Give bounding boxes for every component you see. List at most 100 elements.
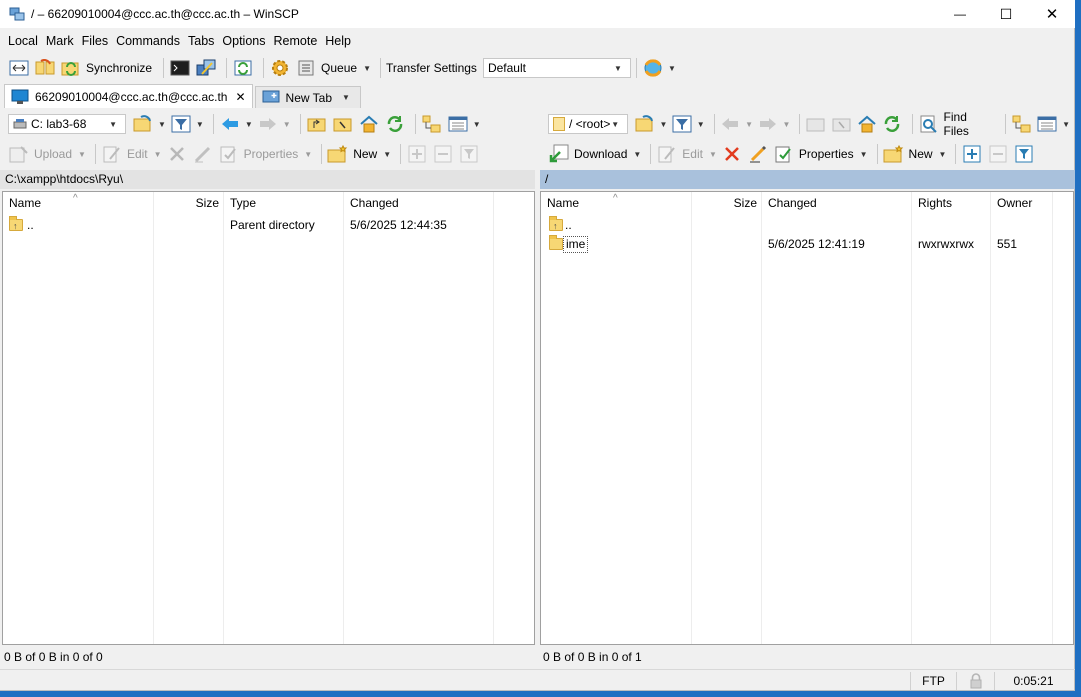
select-plus-icon[interactable]: [961, 143, 983, 165]
table-row[interactable]: ↑ .. Parent directory 5/6/2025 12:44:35: [3, 216, 534, 235]
edit-icon[interactable]: [101, 143, 123, 165]
column-header-size[interactable]: Size: [154, 192, 224, 214]
parent-directory-icon[interactable]: [306, 113, 328, 135]
chevron-down-icon[interactable]: ▼: [659, 120, 667, 129]
menu-remote[interactable]: Remote: [270, 31, 322, 51]
chevron-down-icon[interactable]: ▼: [304, 150, 312, 159]
putty-icon[interactable]: [195, 57, 217, 79]
edit-button[interactable]: Edit: [682, 147, 703, 161]
chevron-down-icon[interactable]: ▼: [158, 120, 166, 129]
queue-icon[interactable]: [295, 57, 317, 79]
filter-icon[interactable]: [671, 113, 692, 135]
parent-directory-icon[interactable]: [805, 113, 826, 135]
edit-button[interactable]: Edit: [127, 147, 148, 161]
view-mode-icon[interactable]: [1037, 113, 1058, 135]
back-arrow-icon[interactable]: [219, 113, 241, 135]
compare-directories-icon[interactable]: [8, 57, 30, 79]
chevron-down-icon[interactable]: ▼: [283, 120, 291, 129]
chevron-down-icon[interactable]: ▼: [342, 93, 350, 102]
forward-arrow-icon[interactable]: [757, 113, 778, 135]
column-header-rights[interactable]: Rights: [912, 192, 991, 214]
new-button[interactable]: New: [353, 147, 377, 161]
chevron-down-icon[interactable]: ▼: [383, 150, 391, 159]
find-files-button[interactable]: Find Files: [944, 110, 995, 138]
chevron-down-icon[interactable]: ▼: [709, 150, 717, 159]
left-path-bar[interactable]: C:\xampp\htdocs\Ryu\: [0, 170, 535, 189]
root-directory-icon[interactable]: [831, 113, 852, 135]
chevron-down-icon[interactable]: ▼: [633, 150, 641, 159]
chevron-down-icon[interactable]: ▼: [668, 64, 676, 73]
find-files-icon[interactable]: [918, 113, 939, 135]
remote-directory-select[interactable]: / <root> ▼: [548, 114, 629, 134]
new-folder-icon[interactable]: [883, 143, 905, 165]
rename-icon[interactable]: [192, 143, 214, 165]
close-button[interactable]: ✕: [1029, 0, 1075, 28]
synchronize-button[interactable]: Synchronize: [86, 61, 152, 75]
chevron-down-icon[interactable]: ▼: [473, 120, 481, 129]
download-button[interactable]: Download: [574, 147, 627, 161]
column-header-changed[interactable]: Changed: [344, 192, 494, 214]
refresh-icon[interactable]: [882, 113, 903, 135]
menu-help[interactable]: Help: [321, 31, 355, 51]
rename-icon[interactable]: [747, 143, 769, 165]
root-directory-icon[interactable]: [332, 113, 354, 135]
menu-options[interactable]: Options: [218, 31, 269, 51]
menu-commands[interactable]: Commands: [112, 31, 184, 51]
select-minus-icon[interactable]: [987, 143, 1009, 165]
select-filter-icon[interactable]: [1013, 143, 1035, 165]
synchronize-icon[interactable]: [60, 57, 82, 79]
chevron-down-icon[interactable]: ▼: [1062, 120, 1070, 129]
menu-local[interactable]: Local: [4, 31, 42, 51]
upload-button[interactable]: Upload: [34, 147, 72, 161]
minimize-button[interactable]: —: [937, 0, 983, 28]
remote-file-panel[interactable]: Name ^ Size Changed Rights Owner ↑ .. im…: [540, 191, 1074, 645]
console-icon[interactable]: [169, 57, 191, 79]
menu-files[interactable]: Files: [78, 31, 112, 51]
chevron-down-icon[interactable]: ▼: [363, 64, 371, 73]
properties-icon[interactable]: [773, 143, 795, 165]
filter-icon[interactable]: [170, 113, 192, 135]
right-path-bar[interactable]: /: [540, 170, 1075, 189]
chevron-down-icon[interactable]: ▼: [245, 120, 253, 129]
transfer-settings-select[interactable]: Default ▼: [482, 58, 631, 78]
menu-tabs[interactable]: Tabs: [184, 31, 218, 51]
select-plus-icon[interactable]: [406, 143, 428, 165]
menu-mark[interactable]: Mark: [42, 31, 78, 51]
preferences-gear-icon[interactable]: [269, 57, 291, 79]
chevron-down-icon[interactable]: ▼: [78, 150, 86, 159]
chevron-down-icon[interactable]: ▼: [860, 150, 868, 159]
chevron-down-icon[interactable]: ▼: [782, 120, 790, 129]
chevron-down-icon[interactable]: ▼: [939, 150, 947, 159]
local-file-panel[interactable]: Name ^ Size Type Changed ↑ .. Parent dir…: [2, 191, 535, 645]
delete-icon[interactable]: [721, 143, 743, 165]
local-drive-select[interactable]: C: lab3-68 ▼: [8, 114, 126, 134]
chevron-down-icon[interactable]: ▼: [196, 120, 204, 129]
open-folder-icon[interactable]: [634, 113, 655, 135]
home-icon[interactable]: [856, 113, 877, 135]
chevron-down-icon[interactable]: ▼: [697, 120, 705, 129]
upload-icon[interactable]: [8, 143, 30, 165]
edit-icon[interactable]: [656, 143, 678, 165]
column-header-owner[interactable]: Owner: [991, 192, 1053, 214]
delete-icon[interactable]: [166, 143, 188, 165]
open-folder-icon[interactable]: [132, 113, 154, 135]
new-folder-icon[interactable]: [327, 143, 349, 165]
sync-globe-icon[interactable]: [642, 57, 664, 79]
back-arrow-icon[interactable]: [720, 113, 741, 135]
select-filter-icon[interactable]: [458, 143, 480, 165]
column-header-name[interactable]: Name ^: [3, 192, 154, 214]
tab-new[interactable]: New Tab ▼: [254, 86, 361, 108]
column-header-changed[interactable]: Changed: [762, 192, 912, 214]
properties-button[interactable]: Properties: [244, 147, 299, 161]
properties-button[interactable]: Properties: [799, 147, 854, 161]
view-mode-icon[interactable]: [447, 113, 469, 135]
tree-view-icon[interactable]: [1011, 113, 1032, 135]
tree-view-icon[interactable]: [421, 113, 443, 135]
maximize-button[interactable]: ☐: [983, 0, 1029, 28]
refresh-session-icon[interactable]: [232, 57, 254, 79]
properties-icon[interactable]: [218, 143, 240, 165]
tab-session[interactable]: 66209010004@ccc.ac.th@ccc.ac.th ✕: [4, 84, 253, 108]
column-header-type[interactable]: Type: [224, 192, 344, 214]
column-header-name[interactable]: Name ^: [541, 192, 692, 214]
forward-arrow-icon[interactable]: [257, 113, 279, 135]
